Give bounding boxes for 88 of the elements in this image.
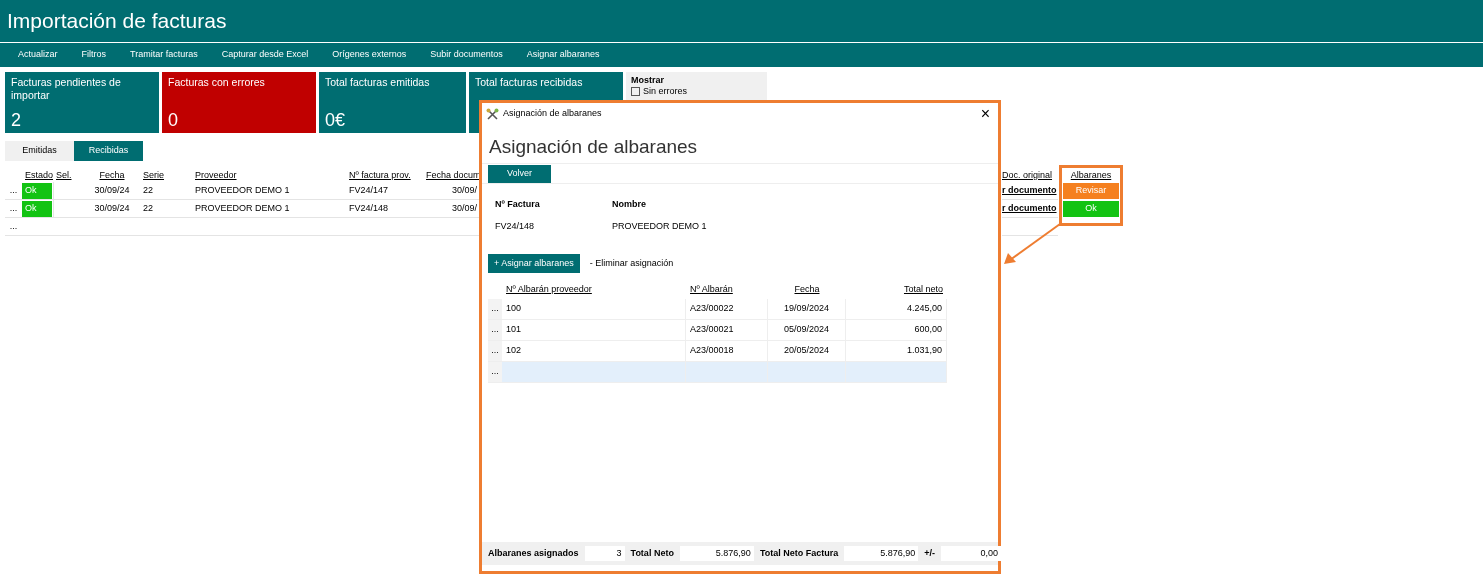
filter-title: Mostrar (631, 75, 665, 86)
tile-value: 0 (168, 110, 179, 130)
table-cell: A23/00022 (686, 299, 768, 319)
table-cell-text: 30/09/24 (93, 183, 131, 197)
column-header[interactable]: Nº Albarán (686, 283, 768, 297)
column-header[interactable]: Albaranes (1070, 168, 1112, 182)
document-link[interactable]: r documento (1002, 201, 1057, 216)
row-marker[interactable]: ... (5, 219, 22, 234)
toolbar-button[interactable]: Orígenes externos (320, 43, 419, 67)
back-button[interactable]: Volver (488, 164, 551, 183)
toolbar-button[interactable]: Capturar desde Excel (209, 43, 321, 67)
table-row[interactable]: ... 102 A23/00018 20/05/2024 1.031,90 (488, 341, 947, 362)
table-cell: 102 (502, 341, 686, 361)
row-marker[interactable]: ... (488, 362, 502, 382)
column-header[interactable]: Nº factura prov. (346, 168, 423, 182)
checkbox[interactable] (631, 87, 640, 96)
row-marker[interactable]: ... (488, 341, 502, 361)
tile-value: 0€ (325, 110, 347, 130)
footer-value: 3 (584, 546, 625, 561)
column-header[interactable]: Estado (22, 168, 53, 182)
table-cell: 101 (502, 320, 686, 340)
column-header[interactable]: Serie (140, 168, 192, 182)
document-link[interactable]: r documento (1002, 183, 1057, 198)
toolbar-button[interactable]: Actualizar (6, 43, 70, 67)
table-cell-text: 30/09/ (450, 201, 478, 215)
tile-label: Facturas con errores (168, 76, 266, 89)
footer-label: Total Neto Factura (759, 546, 839, 560)
table-cell-text: PROVEEDOR DEMO 1 (194, 201, 291, 215)
page-title: Importación de facturas (7, 8, 227, 35)
field-label: Nombre (612, 198, 647, 211)
footer-value: 5.876,90 (679, 546, 754, 561)
table-cell: 4.245,00 (846, 299, 947, 319)
table-cell: 20/05/2024 (768, 341, 846, 361)
dialog-heading: Asignación de albaranes (488, 135, 699, 159)
column-header[interactable]: Nº Albarán proveedor (502, 283, 686, 297)
tile-label: Total facturas emitidas (325, 76, 431, 89)
field-value: PROVEEDOR DEMO 1 (612, 219, 707, 233)
tile-label: Total facturas recibidas (475, 76, 584, 89)
remove-button[interactable]: - Eliminar asignación (589, 256, 674, 271)
row-marker[interactable]: ... (488, 299, 502, 319)
toolbar-button[interactable]: Filtros (69, 43, 118, 67)
table-cell: 19/09/2024 (768, 299, 846, 319)
field-label: Nº Factura (495, 198, 541, 211)
toolbar-button[interactable]: Subir documentos (418, 43, 515, 67)
table-cell: 05/09/2024 (768, 320, 846, 340)
assign-button[interactable]: + Asignar albaranes (488, 254, 580, 273)
table-cell-text: PROVEEDOR DEMO 1 (194, 183, 291, 197)
footer-value: 5.876,90 (844, 546, 919, 561)
toolbar-button[interactable]: Asignar albaranes (514, 43, 612, 67)
footer-label: +/- (924, 546, 935, 560)
table-cell-text: 30/09/ (450, 183, 478, 197)
column-header[interactable]: Total neto (846, 283, 947, 297)
tools-icon (486, 108, 499, 120)
row-marker[interactable]: ... (488, 320, 502, 340)
table-cell-text: FV24/147 (348, 183, 390, 197)
table-cell: 1.031,90 (846, 341, 947, 361)
column-header[interactable]: Fecha (84, 168, 140, 182)
tile-value: 2 (11, 110, 22, 130)
table-cell: 600,00 (846, 320, 947, 340)
tab[interactable]: Recibidas (74, 141, 143, 161)
table-row[interactable]: ... 100 A23/00022 19/09/2024 4.245,00 (488, 299, 947, 320)
table-row[interactable]: ... 101 A23/00021 05/09/2024 600,00 (488, 320, 947, 341)
checkbox-label: Sin errores (643, 86, 687, 97)
table-cell: A23/00018 (686, 341, 768, 361)
column-header[interactable]: Sel. (53, 168, 84, 182)
table-row[interactable]: ... (488, 362, 947, 383)
field-value: FV24/148 (495, 219, 536, 233)
status-badge: Ok (22, 200, 52, 217)
status-badge: Ok (22, 182, 52, 199)
table-cell-text: FV24/148 (348, 201, 390, 215)
table-cell: A23/00021 (686, 320, 768, 340)
row-marker[interactable]: ... (5, 201, 22, 216)
column-header[interactable]: Doc. original (1002, 168, 1053, 182)
window-title: Asignación de albaranes (503, 107, 602, 121)
column-header[interactable]: Proveedor (192, 168, 346, 182)
row-marker[interactable]: ... (5, 183, 22, 198)
table-cell-text: 22 (142, 201, 154, 215)
table-cell-text: 22 (142, 183, 154, 197)
footer-label: Albaranes asignados (488, 546, 579, 560)
column-header[interactable]: Fecha (768, 283, 846, 297)
tab[interactable]: Emitidas (5, 141, 74, 161)
table-cell-text: 30/09/24 (93, 201, 131, 215)
toolbar-button[interactable]: Tramitar facturas (118, 43, 210, 67)
footer-value: 0,00 (941, 546, 1001, 561)
tile-label: Facturas pendientes de importar (11, 76, 122, 102)
table-cell: 100 (502, 299, 686, 319)
close-button[interactable]: × (976, 106, 994, 122)
footer-label: Total Neto (630, 546, 674, 560)
